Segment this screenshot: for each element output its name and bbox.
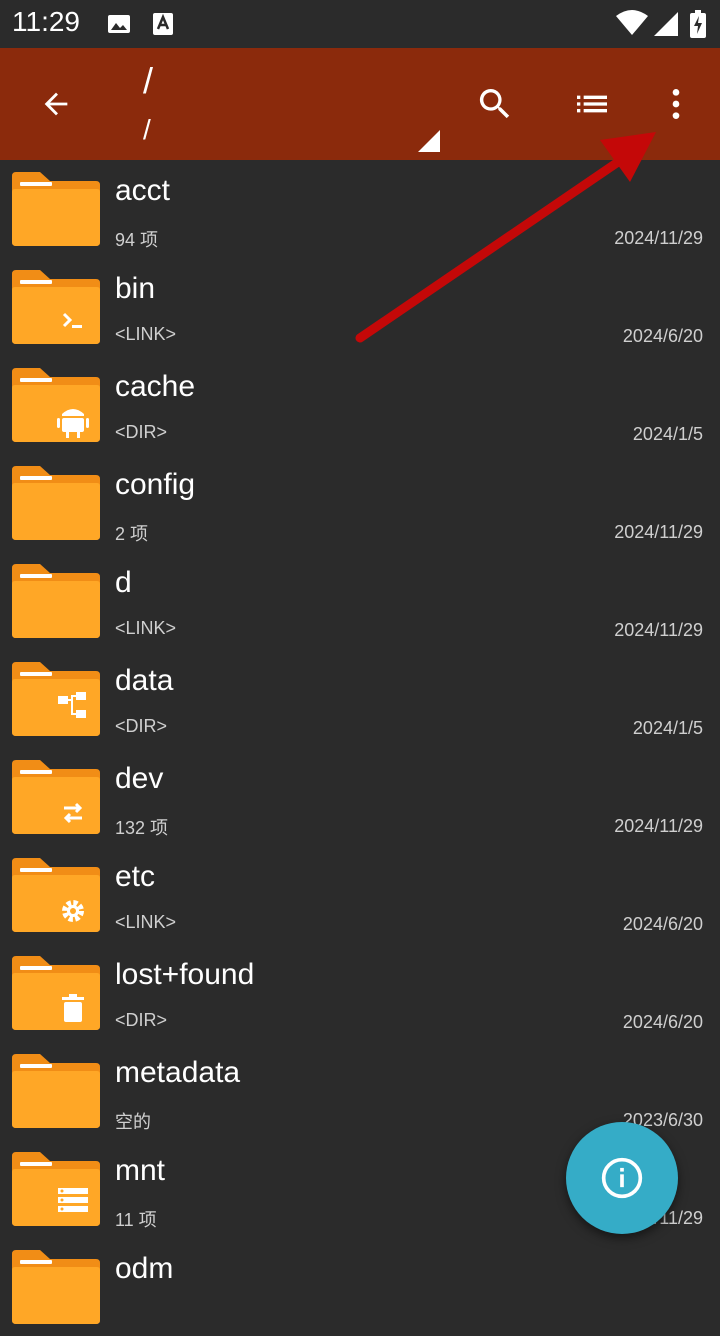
trash-icon bbox=[62, 994, 84, 1022]
path-title[interactable]: / bbox=[143, 60, 153, 102]
file-date: 2024/6/20 bbox=[622, 914, 703, 934]
file-list-item[interactable]: acct 94 项 2024/11/29 bbox=[0, 160, 720, 258]
keyboard-notification-icon bbox=[152, 12, 174, 41]
file-list-item[interactable]: dev 132 项 2024/11/29 bbox=[0, 748, 720, 846]
file-list-item[interactable]: etc <LINK> 2024/6/20 bbox=[0, 846, 720, 944]
file-name: bin bbox=[115, 272, 156, 305]
file-name: acct bbox=[115, 174, 171, 207]
file-date: 2024/11/29 bbox=[614, 228, 703, 248]
file-meta: <LINK> bbox=[115, 618, 177, 638]
folder-icon bbox=[12, 956, 100, 1030]
file-name: mnt bbox=[115, 1154, 166, 1187]
file-list-item[interactable]: bin <LINK> 2024/6/20 bbox=[0, 258, 720, 356]
file-name: metadata bbox=[115, 1056, 241, 1089]
file-meta: <DIR> bbox=[115, 716, 168, 736]
storage-icon bbox=[58, 1188, 88, 1212]
folder-icon bbox=[12, 662, 100, 736]
search-icon bbox=[479, 89, 510, 119]
file-date: 2024/1/5 bbox=[632, 718, 703, 738]
file-list-item[interactable]: cache <DIR> 2024/1/5 bbox=[0, 356, 720, 454]
view-mode-button[interactable] bbox=[560, 72, 624, 136]
file-date: 2024/1/5 bbox=[632, 424, 703, 444]
file-meta: <LINK> bbox=[115, 324, 177, 344]
file-meta: 132 项 bbox=[115, 818, 169, 838]
status-bar: 11:29 bbox=[0, 0, 720, 48]
file-date: 2024/11/29 bbox=[614, 522, 703, 542]
search-button[interactable] bbox=[463, 72, 527, 136]
more-options-button[interactable] bbox=[644, 72, 708, 136]
file-name: etc bbox=[115, 860, 156, 893]
folder-icon bbox=[12, 466, 100, 540]
signal-icon bbox=[654, 12, 678, 41]
file-list-item[interactable]: lost+found <DIR> 2024/6/20 bbox=[0, 944, 720, 1042]
app-toolbar: / / bbox=[0, 48, 720, 160]
info-fab-button[interactable] bbox=[566, 1122, 678, 1234]
file-meta: <DIR> bbox=[115, 422, 168, 442]
folder-icon bbox=[12, 1152, 100, 1226]
path-subtitle[interactable]: / bbox=[143, 114, 151, 146]
folder-icon bbox=[12, 172, 100, 246]
folder-icon bbox=[12, 1054, 100, 1128]
file-date: 2024/6/20 bbox=[622, 326, 703, 346]
file-name: d bbox=[115, 566, 132, 599]
file-name: lost+found bbox=[115, 958, 255, 991]
status-time: 11:29 bbox=[12, 6, 80, 37]
file-name: config bbox=[115, 468, 196, 501]
info-icon bbox=[601, 1157, 643, 1199]
folder-icon bbox=[12, 564, 100, 638]
back-button[interactable] bbox=[24, 72, 88, 136]
file-name: data bbox=[115, 664, 174, 697]
file-list-item[interactable]: config 2 项 2024/11/29 bbox=[0, 454, 720, 552]
dropdown-corner-icon[interactable] bbox=[418, 130, 440, 157]
file-name: cache bbox=[115, 370, 196, 403]
folder-icon bbox=[12, 858, 100, 932]
file-date: 2024/11/29 bbox=[614, 620, 703, 640]
file-meta: 2 项 bbox=[115, 524, 149, 544]
file-date: 2024/6/20 bbox=[622, 1012, 703, 1032]
wifi-icon bbox=[616, 10, 648, 41]
folder-icon bbox=[12, 1250, 100, 1324]
folder-icon bbox=[12, 368, 100, 442]
file-meta: 11 项 bbox=[115, 1210, 157, 1230]
file-list-item[interactable]: data <DIR> 2024/1/5 bbox=[0, 650, 720, 748]
file-meta: <LINK> bbox=[115, 912, 177, 932]
list-view-icon bbox=[577, 95, 607, 113]
file-name: dev bbox=[115, 762, 164, 795]
arrow-back-icon bbox=[44, 92, 68, 116]
file-list-item[interactable]: odm bbox=[0, 1238, 720, 1336]
folder-icon bbox=[12, 760, 100, 834]
file-meta: 空的 bbox=[115, 1112, 151, 1132]
file-meta: <DIR> bbox=[115, 1010, 168, 1030]
more-vert-icon bbox=[672, 89, 680, 119]
file-date: 2024/11/29 bbox=[614, 816, 703, 836]
folder-icon bbox=[12, 270, 100, 344]
file-meta: 94 项 bbox=[115, 230, 159, 250]
file-list-item[interactable]: d <LINK> 2024/11/29 bbox=[0, 552, 720, 650]
file-name: odm bbox=[115, 1252, 174, 1285]
image-notification-icon bbox=[107, 12, 131, 41]
battery-charging-icon bbox=[690, 10, 706, 43]
